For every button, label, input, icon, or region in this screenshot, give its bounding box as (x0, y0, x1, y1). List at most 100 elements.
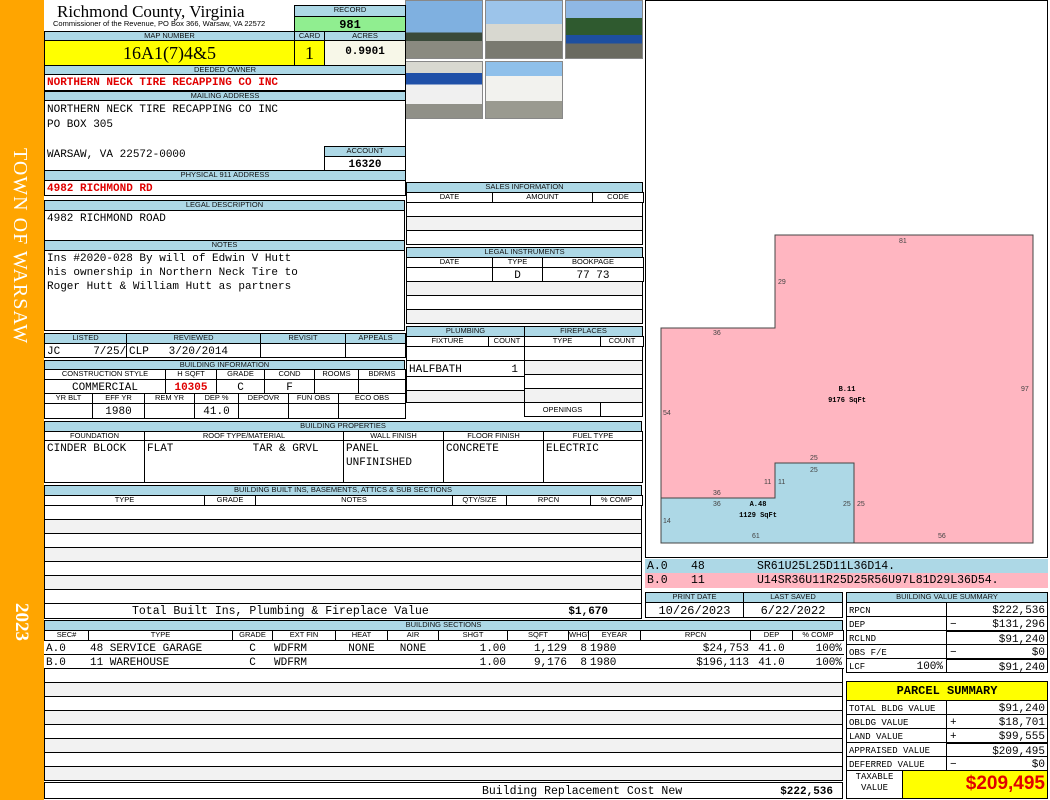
built-ins-row[interactable] (44, 519, 642, 534)
sketch-legend-code: 48 (691, 560, 705, 573)
parcel-summary-row-label: APPRAISED VALUE (846, 742, 947, 757)
built-ins-total-label: Total Built Ins, Plumbing & Fireplace Va… (132, 605, 429, 618)
building-sections-total-row (44, 782, 843, 799)
print-date-value: 10/26/2023 (645, 602, 744, 618)
built-ins-row[interactable] (44, 589, 642, 604)
building-section-cell[interactable]: NONE (387, 640, 439, 655)
parcel-summary-row-value: $99,555 (946, 728, 1048, 743)
built-ins-row[interactable] (44, 533, 642, 548)
parcel-summary-row-value: $0 (946, 756, 1048, 771)
building-section-cell[interactable]: C (232, 640, 273, 655)
building-section-cell[interactable]: 11 WAREHOUSE (88, 654, 233, 669)
parcel-summary-row-value: $91,240 (946, 700, 1048, 715)
building-section-cell[interactable]: 8 (568, 640, 589, 655)
parcel-summary-row-label: LAND VALUE (846, 728, 947, 743)
record-value: 981 (294, 16, 406, 32)
sales-row[interactable] (406, 230, 643, 245)
legal-instrument-cell[interactable]: 77 73 (542, 267, 644, 282)
value-summary-value: $131,296 (946, 616, 1048, 631)
review-value (260, 343, 346, 358)
value-summary-label: RCLND (846, 630, 947, 645)
mailing-line: NORTHERN NECK TIRE RECAPPING CO INC (47, 104, 279, 116)
building-section-cell[interactable]: 1980 (588, 640, 641, 655)
legal-instrument-row[interactable] (406, 295, 643, 310)
building-section-row[interactable] (44, 738, 843, 753)
parcel-summary-row-label: TOTAL BLDG VALUE (846, 700, 947, 715)
building-properties-value: ELECTRIC (543, 440, 643, 483)
building-section-row[interactable] (44, 724, 843, 739)
openings-value (600, 402, 643, 417)
value-summary-value: $0 (946, 644, 1048, 659)
legal-instrument-row[interactable] (406, 309, 643, 324)
value-summary-label: OBS F/E (846, 644, 947, 659)
building-section-cell[interactable]: 100% (792, 640, 844, 655)
openings-label: OPENINGS (524, 402, 601, 417)
building-properties-value: PANEL UNFINISHED (343, 440, 444, 483)
building-section-cell[interactable]: 41.0 (750, 654, 793, 669)
building-section-cell[interactable]: $24,753 (640, 640, 751, 655)
building-info-value (288, 403, 339, 419)
fireplaces-row (524, 360, 643, 375)
notes-line: his ownership in Northern Neck Tire to (47, 267, 298, 279)
building-section-cell[interactable]: 48 SERVICE GARAGE (88, 640, 233, 655)
built-ins-row[interactable] (44, 547, 642, 562)
value-summary-sign: − (950, 619, 957, 630)
sketch-legend-code: 11 (691, 574, 705, 587)
building-section-cell[interactable]: $196,113 (640, 654, 751, 669)
building-info-value (338, 403, 406, 419)
building-section-cell[interactable]: B.0 (44, 654, 89, 669)
building-section-row[interactable] (44, 766, 843, 781)
building-section-cell[interactable]: 1980 (588, 654, 641, 669)
taxable-value-label: TAXABLE VALUE (846, 770, 903, 799)
building-section-cell[interactable]: 8 (568, 654, 589, 669)
property-card: RECORD 981 MAP NUMBER 16A1(7)4&5 CARD 1 ACRES 0… (0, 0, 1050, 800)
building-section-row[interactable] (44, 682, 843, 697)
building-section-cell[interactable] (335, 654, 388, 669)
building-info-value: 10305 (165, 379, 217, 394)
building-section-cell[interactable]: 9,176 (507, 654, 569, 669)
legal-description-value: 4982 RICHMOND ROAD (44, 210, 405, 241)
building-section-row[interactable] (44, 710, 843, 725)
building-info-value (238, 403, 289, 419)
notes-line: Roger Hutt & William Hutt as partners (47, 281, 292, 293)
value-summary-value: $91,240 (946, 658, 1048, 673)
legal-instrument-cell[interactable]: D (492, 267, 543, 282)
parcel-summary-sign: + (950, 717, 957, 728)
plumbing-row (406, 346, 525, 361)
building-section-cell[interactable]: 41.0 (750, 640, 793, 655)
sales-row[interactable] (406, 216, 643, 231)
building-section-cell[interactable]: WDFRM (272, 654, 336, 669)
built-ins-row[interactable] (44, 505, 642, 520)
building-section-cell[interactable]: 1.00 (438, 640, 508, 655)
parcel-summary-label: PARCEL SUMMARY (846, 681, 1048, 701)
building-section-cell[interactable]: NONE (335, 640, 388, 655)
building-section-cell[interactable]: A.0 (44, 640, 89, 655)
fireplaces-row (524, 346, 643, 361)
building-section-cell[interactable]: WDFRM (272, 640, 336, 655)
building-section-cell[interactable]: 1,129 (507, 640, 569, 655)
built-ins-row[interactable] (44, 575, 642, 590)
sketch-legend-row: A.0 48 SR61U25L25D11L36D14. (645, 559, 1048, 574)
building-section-cell[interactable]: C (232, 654, 273, 669)
building-section-cell[interactable]: 100% (792, 654, 844, 669)
legal-instrument-cell[interactable] (406, 267, 493, 282)
review-value (345, 343, 406, 358)
parcel-summary-sign: + (950, 731, 957, 742)
legal-instrument-row[interactable] (406, 281, 643, 296)
building-section-cell[interactable]: 1.00 (438, 654, 508, 669)
building-section-cell[interactable] (387, 654, 439, 669)
value-summary-sign: − (950, 647, 957, 658)
sales-row[interactable] (406, 202, 643, 217)
built-ins-row[interactable] (44, 561, 642, 576)
building-section-row[interactable] (44, 752, 843, 767)
value-summary-label: RPCN (846, 602, 947, 617)
mailing-line: WARSAW, VA 22572-0000 (47, 149, 186, 161)
value-summary-value: $222,536 (946, 602, 1048, 617)
building-section-row[interactable] (44, 668, 843, 683)
building-section-row[interactable] (44, 696, 843, 711)
building-info-value: C (216, 379, 265, 394)
building-info-value (358, 379, 406, 394)
building-properties-value: FLAT TAR & GRVL (144, 440, 344, 483)
sketch-legend-row: B.0 11 U14SR36U11R25D25R56U97L81D29L36D54. (645, 573, 1048, 588)
building-properties-value: CONCRETE (443, 440, 544, 483)
